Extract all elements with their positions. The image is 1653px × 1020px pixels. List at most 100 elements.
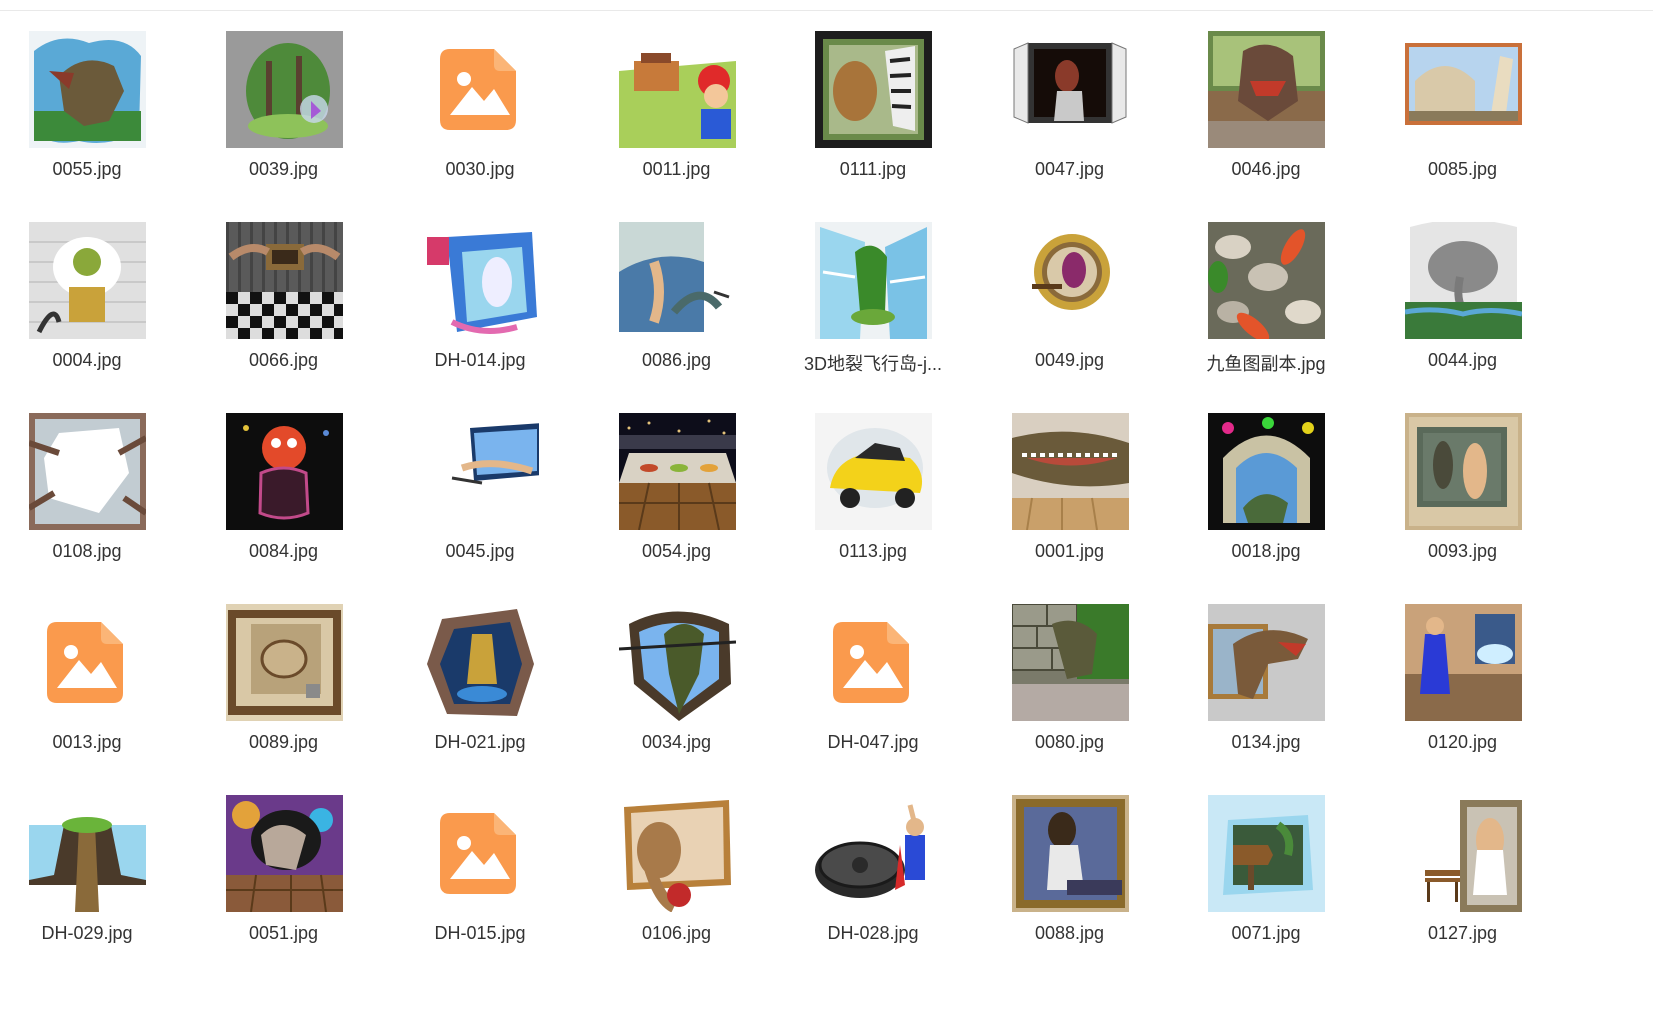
hole-knight-thumbnail-icon — [422, 604, 539, 721]
ice-sign-thumbnail-icon — [1208, 795, 1325, 912]
file-tile[interactable]: 0084.jpg — [186, 391, 382, 581]
file-tile[interactable]: 0120.jpg — [1365, 582, 1561, 772]
file-name-label: 0044.jpg — [1427, 350, 1498, 370]
file-name-label: 0018.jpg — [1231, 541, 1301, 561]
waterfall-wall-thumbnail-icon — [422, 222, 539, 339]
file-tile[interactable]: 0004.jpg — [0, 200, 185, 390]
tv-beach-thumbnail-icon — [422, 413, 539, 530]
file-name-label: 0034.jpg — [641, 732, 712, 752]
file-tile[interactable]: DH-015.jpg — [382, 773, 578, 963]
file-name-label: DH-028.jpg — [827, 923, 919, 943]
window-woman-thumbnail-icon — [1011, 31, 1129, 148]
file-name-label: DH-021.jpg — [434, 732, 526, 752]
trex-frame-thumbnail-icon — [1208, 604, 1325, 721]
file-name-label: 0039.jpg — [248, 159, 319, 179]
file-name-label: 3D地裂飞行岛-j... — [803, 354, 942, 374]
image-file-icon — [422, 795, 539, 912]
file-tile[interactable]: 0044.jpg — [1365, 200, 1561, 390]
file-name-label: 0054.jpg — [641, 541, 712, 561]
woman-painting-thumbnail-icon — [1011, 795, 1129, 912]
street-fighter-thumbnail-icon — [1404, 604, 1522, 721]
file-name-label: 0049.jpg — [1034, 350, 1105, 370]
file-name-label: 0051.jpg — [248, 923, 319, 943]
file-name-label: 0011.jpg — [642, 159, 711, 179]
file-tile[interactable]: 九鱼图副本.jpg — [1168, 200, 1364, 390]
crocodile-wall-thumbnail-icon — [1011, 413, 1129, 530]
file-name-label: 0004.jpg — [52, 350, 122, 370]
file-name-label: 0108.jpg — [52, 541, 122, 561]
file-tile[interactable]: 0088.jpg — [972, 773, 1168, 963]
file-tile[interactable]: 0108.jpg — [0, 391, 185, 581]
file-tile[interactable]: 0071.jpg — [1168, 773, 1364, 963]
file-tile[interactable]: 0054.jpg — [579, 391, 775, 581]
file-tile[interactable]: 0134.jpg — [1168, 582, 1364, 772]
mario-wall-thumbnail-icon — [618, 31, 736, 148]
file-tile[interactable]: DH-029.jpg — [0, 773, 185, 963]
file-name-label: 0113.jpg — [839, 541, 907, 561]
file-name-label: 0047.jpg — [1034, 159, 1105, 179]
file-name-label: 0080.jpg — [1034, 732, 1105, 752]
flying-island-thumbnail-icon — [815, 222, 932, 339]
file-name-label: DH-047.jpg — [827, 732, 919, 752]
bridge-chasm-thumbnail-icon — [29, 795, 146, 912]
image-file-icon — [422, 31, 539, 148]
forest-wall-thumbnail-icon — [225, 31, 343, 148]
frame-woman-thumbnail-icon — [1404, 413, 1522, 530]
file-tile[interactable]: 0080.jpg — [972, 582, 1168, 772]
image-file-icon — [29, 604, 146, 721]
lion-zebra-thumbnail-icon — [815, 31, 932, 148]
file-tile[interactable]: 0113.jpg — [775, 391, 971, 581]
file-tile[interactable]: 0049.jpg — [972, 200, 1168, 390]
file-tile[interactable]: DH-047.jpg — [775, 582, 971, 772]
file-name-label: 0106.jpg — [641, 923, 712, 943]
file-tile[interactable]: DH-021.jpg — [382, 582, 578, 772]
clown-jar-thumbnail-icon — [225, 413, 343, 530]
file-name-label: 0127.jpg — [1427, 923, 1498, 943]
file-tile[interactable]: 0039.jpg — [186, 9, 382, 199]
pisa-tower-thumbnail-icon — [1404, 31, 1522, 148]
file-name-label: 0030.jpg — [445, 159, 515, 179]
dinner-table-city-thumbnail-icon — [618, 413, 736, 530]
dino-stone-wall-thumbnail-icon — [1011, 604, 1129, 721]
file-tile[interactable]: 0127.jpg — [1365, 773, 1561, 963]
file-tile[interactable]: 0018.jpg — [1168, 391, 1364, 581]
file-tile[interactable]: 0093.jpg — [1365, 391, 1561, 581]
file-tile[interactable]: 0111.jpg — [775, 9, 971, 199]
file-name-label: 0088.jpg — [1034, 923, 1105, 943]
porthole-woman-thumbnail-icon — [1011, 222, 1129, 339]
file-name-label: 0086.jpg — [641, 350, 712, 370]
file-tile[interactable]: 0085.jpg — [1365, 9, 1561, 199]
file-tile[interactable]: 0089.jpg — [186, 582, 382, 772]
file-tile[interactable]: 0051.jpg — [186, 773, 382, 963]
file-tile[interactable]: DH-014.jpg — [382, 200, 578, 390]
file-name-label: 0134.jpg — [1231, 732, 1301, 752]
mermaid-thumbnail-icon — [618, 222, 736, 339]
file-tile[interactable]: 3D地裂飞行岛-j... — [775, 200, 971, 390]
file-tile[interactable]: 0106.jpg — [579, 773, 775, 963]
file-name-label: 0055.jpg — [52, 159, 122, 179]
file-tile[interactable]: 0030.jpg — [382, 9, 578, 199]
yellow-car-thumbnail-icon — [815, 413, 932, 530]
file-tile[interactable]: 0086.jpg — [579, 200, 775, 390]
file-tile[interactable]: 0055.jpg — [0, 9, 185, 199]
superman-manhole-thumbnail-icon — [815, 795, 932, 912]
file-tile[interactable]: 0066.jpg — [186, 200, 382, 390]
file-tile[interactable]: 0045.jpg — [382, 391, 578, 581]
file-name-label: 0045.jpg — [445, 541, 515, 561]
koi-pebbles-thumbnail-icon — [1208, 222, 1325, 339]
file-name-label: 0013.jpg — [52, 732, 122, 752]
file-name-label: 0093.jpg — [1427, 541, 1498, 561]
file-tile[interactable]: 0047.jpg — [972, 9, 1168, 199]
dino-hole-thumbnail-icon — [618, 604, 736, 721]
file-name-label: 0111.jpg — [839, 159, 907, 179]
file-tile[interactable]: 0034.jpg — [579, 582, 775, 772]
file-tile[interactable]: DH-028.jpg — [775, 773, 971, 963]
dinosaur-arch-thumbnail-icon — [1208, 413, 1325, 530]
file-tile[interactable]: 0046.jpg — [1168, 9, 1364, 199]
file-name-label: 0046.jpg — [1231, 159, 1301, 179]
file-tile[interactable]: 0001.jpg — [972, 391, 1168, 581]
file-name-label: 0120.jpg — [1427, 732, 1498, 752]
trex-kitchen-thumbnail-icon — [1208, 31, 1325, 148]
file-tile[interactable]: 0011.jpg — [579, 9, 775, 199]
file-tile[interactable]: 0013.jpg — [0, 582, 185, 772]
